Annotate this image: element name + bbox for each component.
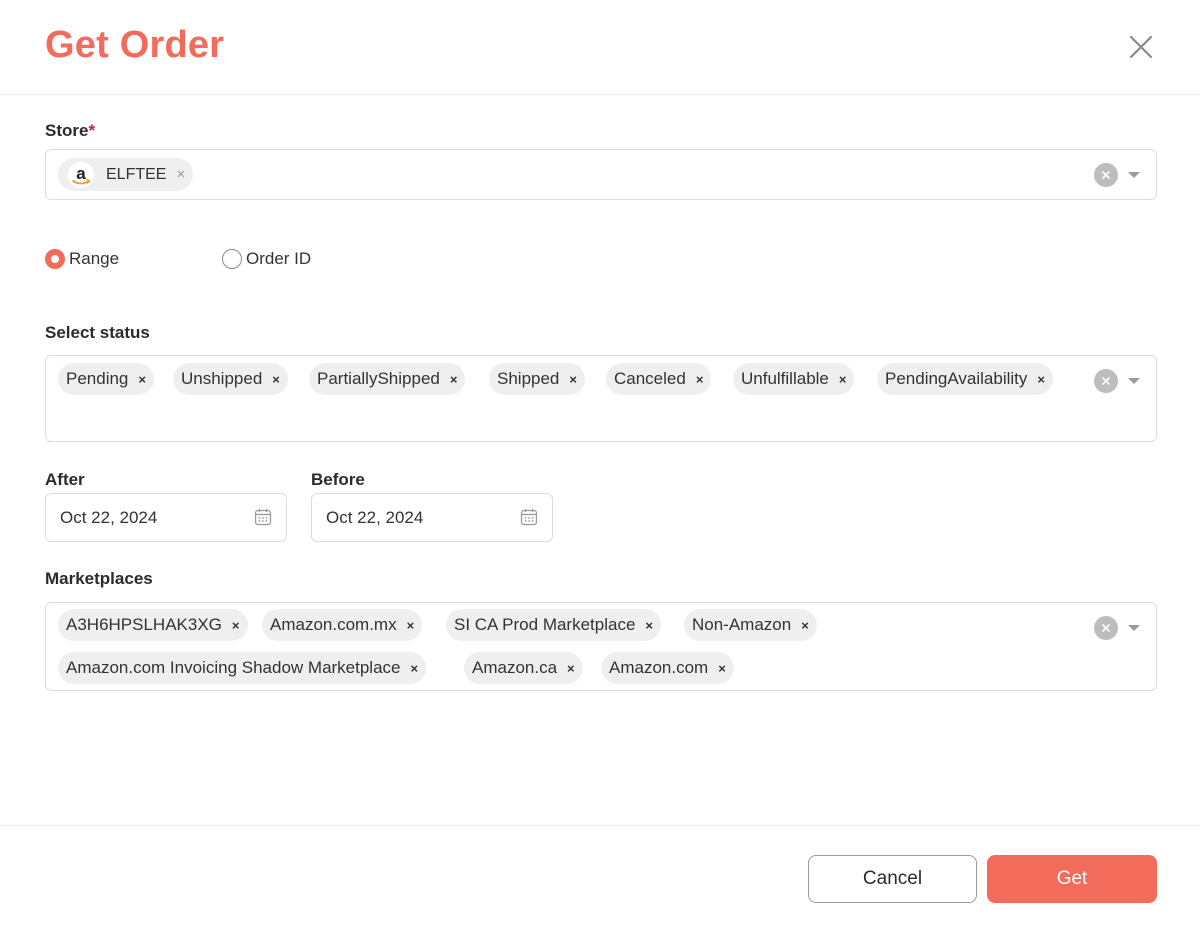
radio-checked-icon bbox=[45, 249, 65, 269]
status-chip-label: Unshipped bbox=[181, 369, 263, 388]
radio-range[interactable]: Range bbox=[45, 249, 119, 269]
required-mark: * bbox=[88, 121, 96, 140]
status-chip-label: Unfulfillable bbox=[741, 369, 829, 388]
status-chip: Unfulfillable × bbox=[733, 363, 855, 395]
chip-remove-button[interactable]: × bbox=[718, 662, 726, 675]
chip-remove-button[interactable]: × bbox=[839, 373, 847, 386]
marketplaces-label: Marketplaces bbox=[45, 569, 153, 588]
dialog-header: Get Order bbox=[0, 0, 1200, 95]
amazon-logo-icon: a bbox=[68, 161, 94, 188]
status-chip: Pending × bbox=[58, 363, 154, 395]
calendar-icon[interactable] bbox=[254, 508, 272, 526]
status-chip: Canceled × bbox=[606, 363, 712, 395]
marketplace-chip-label: SI CA Prod Marketplace bbox=[454, 615, 636, 634]
radio-order-id[interactable]: Order ID bbox=[222, 249, 311, 269]
footer-divider bbox=[0, 825, 1200, 826]
marketplace-chip-label: Non-Amazon bbox=[692, 615, 792, 634]
store-chip: a ELFTEE × bbox=[58, 158, 194, 191]
cancel-button[interactable]: Cancel bbox=[808, 855, 977, 903]
store-select[interactable]: a ELFTEE × bbox=[45, 149, 1157, 200]
store-label-text: Store bbox=[45, 121, 89, 140]
after-label: After bbox=[45, 470, 85, 489]
chip-remove-button[interactable]: × bbox=[645, 619, 653, 632]
marketplaces-select[interactable]: A3H6HPSLHAK3XG × Amazon.com.mx × SI CA Pro… bbox=[45, 602, 1157, 691]
store-chip-label: ELFTEE bbox=[106, 165, 167, 183]
chip-remove-button[interactable]: × bbox=[232, 619, 240, 632]
chip-remove-button[interactable]: × bbox=[450, 373, 458, 386]
chip-remove-button[interactable]: × bbox=[138, 373, 146, 386]
status-chip: PartiallyShipped × bbox=[309, 363, 466, 395]
status-label: Select status bbox=[45, 323, 150, 342]
before-date-value: Oct 22, 2024 bbox=[326, 507, 424, 527]
status-chip-label: PartiallyShipped bbox=[317, 369, 440, 388]
close-button[interactable] bbox=[1126, 32, 1156, 62]
marketplace-chip: SI CA Prod Marketplace × bbox=[446, 609, 662, 641]
dialog-title: Get Order bbox=[45, 24, 225, 66]
store-label: Store* bbox=[45, 121, 95, 141]
status-chip: Shipped × bbox=[489, 363, 585, 395]
svg-text:a: a bbox=[76, 164, 86, 183]
chip-remove-button[interactable]: × bbox=[569, 373, 577, 386]
store-chip-remove-button[interactable]: × bbox=[176, 167, 185, 182]
marketplace-chip: Amazon.com.mx × bbox=[262, 609, 423, 641]
marketplace-chip-label: Amazon.com Invoicing Shadow Marketplace bbox=[66, 658, 401, 677]
marketplace-chip-label: Amazon.com bbox=[609, 658, 709, 677]
chip-remove-button[interactable]: × bbox=[801, 619, 809, 632]
marketplace-chip: Non-Amazon × bbox=[684, 609, 817, 641]
status-chip-label: PendingAvailability bbox=[885, 369, 1028, 388]
radio-unchecked-icon bbox=[222, 249, 242, 269]
marketplaces-dropdown-caret-icon[interactable] bbox=[1128, 625, 1140, 631]
get-button[interactable]: Get bbox=[987, 855, 1157, 903]
marketplaces-clear-button[interactable] bbox=[1094, 616, 1118, 640]
marketplace-chip: Amazon.com × bbox=[601, 652, 734, 684]
status-dropdown-caret-icon[interactable] bbox=[1128, 378, 1140, 384]
marketplace-chip-label: A3H6HPSLHAK3XG bbox=[66, 615, 222, 634]
marketplace-chip: Amazon.ca × bbox=[464, 652, 583, 684]
status-chip-label: Canceled bbox=[614, 369, 686, 388]
clear-icon bbox=[1101, 170, 1111, 180]
marketplace-chip-label: Amazon.ca bbox=[472, 658, 558, 677]
store-dropdown-caret-icon[interactable] bbox=[1128, 172, 1140, 178]
chip-remove-button[interactable]: × bbox=[696, 373, 704, 386]
status-chip-label: Pending bbox=[66, 369, 129, 388]
status-clear-button[interactable] bbox=[1094, 369, 1118, 393]
marketplace-chip-label: Amazon.com.mx bbox=[270, 615, 397, 634]
radio-order-id-label: Order ID bbox=[246, 249, 312, 268]
chip-remove-button[interactable]: × bbox=[407, 619, 415, 632]
before-label: Before bbox=[311, 470, 365, 489]
chip-remove-button[interactable]: × bbox=[1037, 373, 1045, 386]
chip-remove-button[interactable]: × bbox=[567, 662, 575, 675]
radio-range-label: Range bbox=[69, 249, 120, 268]
chip-remove-button[interactable]: × bbox=[272, 373, 280, 386]
after-date-input[interactable]: Oct 22, 2024 bbox=[45, 493, 287, 542]
marketplace-chip: A3H6HPSLHAK3XG × bbox=[58, 609, 248, 641]
before-date-input[interactable]: Oct 22, 2024 bbox=[311, 493, 553, 542]
marketplace-chip: Amazon.com Invoicing Shadow Marketplace × bbox=[58, 652, 427, 684]
status-chip-label: Shipped bbox=[497, 369, 560, 388]
status-chip: Unshipped × bbox=[173, 363, 288, 395]
status-select[interactable]: Pending × Unshipped × PartiallyShipped × Sh… bbox=[45, 355, 1157, 442]
status-chip: PendingAvailability × bbox=[877, 363, 1053, 395]
chip-remove-button[interactable]: × bbox=[411, 662, 419, 675]
calendar-icon[interactable] bbox=[520, 508, 538, 526]
after-date-value: Oct 22, 2024 bbox=[60, 507, 158, 527]
store-clear-button[interactable] bbox=[1094, 163, 1118, 187]
clear-icon bbox=[1101, 623, 1111, 633]
close-icon bbox=[1129, 35, 1153, 59]
clear-icon bbox=[1101, 376, 1111, 386]
